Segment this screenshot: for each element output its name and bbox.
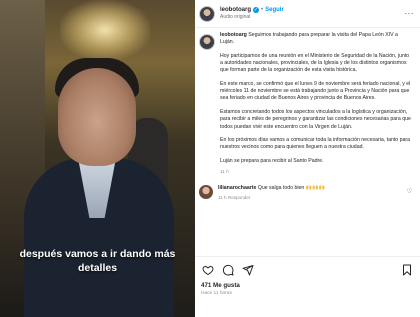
video-background-light: [60, 0, 150, 60]
audio-label[interactable]: Audio original: [220, 14, 405, 21]
caption-text: leobotoarg Seguimos trabajando para prep…: [220, 32, 412, 185]
follow-button[interactable]: Seguir: [265, 6, 284, 14]
caption-paragraph-1: leobotoarg Seguimos trabajando para prep…: [220, 32, 412, 46]
caption-author-username[interactable]: leobotoarg: [220, 32, 247, 38]
more-options-icon[interactable]: ···: [405, 9, 415, 18]
post-modal: después vamos a ir dando más detalles le…: [0, 0, 420, 317]
comment-body: Que salga todo bien 🙌🙌🙌: [257, 185, 326, 192]
caption-paragraph-2: Hoy participamos de una reunión en el Mi…: [220, 52, 410, 74]
post-side-panel: leobotoarg ✓ • Seguir Audio original ···…: [195, 0, 420, 317]
caption-block: leobotoarg Seguimos trabajando para prep…: [199, 32, 412, 185]
comment-meta: 11 h Responder: [218, 195, 251, 201]
commenter-avatar[interactable]: [199, 185, 213, 200]
caption-paragraph-4: Estamos concretando todos los aspectos v…: [220, 109, 411, 130]
video-subject-face: [58, 68, 136, 166]
caption-intro: Seguimos trabajando para preparar la vis…: [220, 32, 398, 46]
save-bookmark-icon[interactable]: [400, 263, 414, 277]
caption-timestamp: 11 h: [220, 169, 229, 175]
post-time: Hace 11 horas: [201, 291, 232, 296]
video-player[interactable]: después vamos a ir dando más detalles: [0, 0, 195, 317]
author-username[interactable]: leobotoarg: [220, 6, 251, 14]
author-row: leobotoarg ✓ • Seguir: [220, 6, 405, 14]
comment-bubble-icon[interactable]: [221, 263, 235, 277]
comment-item: lilianarochaarte Que salga todo bien 🙌🙌🙌…: [199, 185, 412, 201]
video-subtitle: después vamos a ir dando más detalles: [0, 247, 195, 275]
caption-paragraph-5: En los próximos días vamos a comunicar t…: [220, 137, 411, 151]
video-subtitle-line-2: detalles: [77, 262, 118, 274]
caption-author-avatar[interactable]: [199, 34, 215, 50]
post-actions: 471 Me gusta Hace 11 horas: [195, 256, 420, 297]
author-meta: leobotoarg ✓ • Seguir Audio original: [220, 6, 405, 21]
author-avatar[interactable]: [199, 5, 215, 22]
post-content: leobotoarg Seguimos trabajando para prep…: [195, 28, 420, 246]
comment-text: lilianarochaarte Que salga todo bien 🙌🙌🙌…: [218, 185, 407, 201]
verified-badge-icon: ✓: [253, 7, 259, 13]
video-subtitle-line-1: después vamos a ir dando más: [19, 248, 176, 260]
post-header: leobotoarg ✓ • Seguir Audio original ···: [195, 0, 420, 28]
commenter-username[interactable]: lilianarochaarte: [218, 185, 256, 191]
caption-paragraph-6: Luján se prepara para recibir al Santo P…: [220, 158, 324, 165]
action-icons-row: [201, 263, 414, 277]
separator-dot: •: [261, 7, 264, 13]
like-heart-icon[interactable]: [201, 263, 215, 277]
comment-like-icon[interactable]: ♡: [407, 188, 412, 195]
share-send-icon[interactable]: [241, 263, 255, 277]
likes-count[interactable]: 471 Me gusta: [201, 282, 414, 290]
caption-paragraph-3: En este marco, se confirmó que el lunes …: [220, 81, 411, 102]
